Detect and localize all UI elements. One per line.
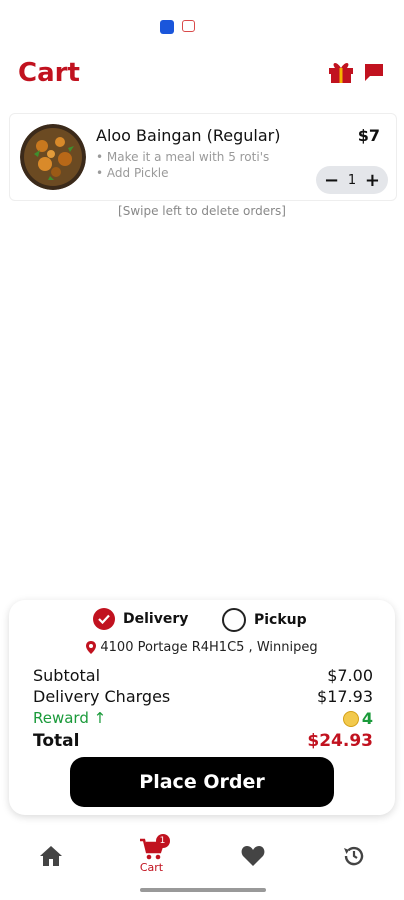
- bottom-nav: 1 Cart: [0, 826, 404, 886]
- address-text: 4100 Portage R4H1C5 , Winnipeg: [100, 640, 318, 655]
- subtotal-value: $7.00: [327, 666, 373, 685]
- cart-item[interactable]: Aloo Baingan (Regular) • Make it a meal …: [9, 113, 397, 201]
- delivery-label: Delivery: [123, 611, 189, 627]
- home-indicator: [140, 888, 266, 892]
- item-price: $7: [357, 126, 380, 145]
- total-label: Total: [33, 731, 80, 751]
- reward-row[interactable]: Reward ↑ 4: [33, 709, 373, 728]
- pickup-label: Pickup: [254, 612, 307, 628]
- cart-badge: 1: [155, 834, 170, 848]
- location-pin-icon: [86, 641, 97, 654]
- delivery-address[interactable]: 4100 Portage R4H1C5 , Winnipeg: [9, 640, 395, 655]
- quantity-stepper: − 1 +: [316, 166, 388, 194]
- cart-nav-label: Cart: [139, 861, 164, 874]
- header-actions: [328, 60, 384, 88]
- total-row: Total $24.93: [33, 731, 373, 751]
- delivery-charges-row: Delivery Charges $17.93: [33, 687, 373, 706]
- item-name: Aloo Baingan (Regular): [96, 126, 281, 145]
- status-cast-icon: [182, 20, 195, 32]
- coin-icon: [342, 710, 359, 727]
- status-icons: [160, 20, 195, 34]
- unchecked-radio-icon: [222, 608, 246, 632]
- nav-history[interactable]: [324, 844, 384, 868]
- place-order-button[interactable]: Place Order: [70, 757, 334, 807]
- home-icon: [39, 846, 62, 866]
- reward-label: Reward ↑: [33, 709, 107, 727]
- chat-icon[interactable]: [364, 62, 384, 86]
- heart-icon: [241, 846, 264, 866]
- delivery-charges-label: Delivery Charges: [33, 687, 171, 706]
- history-icon: [343, 846, 363, 866]
- gift-icon[interactable]: [328, 60, 354, 88]
- total-value: $24.93: [307, 731, 373, 751]
- nav-favorites[interactable]: [223, 845, 283, 867]
- delivery-option[interactable]: Delivery: [93, 608, 188, 630]
- order-summary: Delivery Pickup 4100 Portage R4H1C5 , Wi…: [9, 600, 395, 815]
- decrease-button[interactable]: −: [324, 170, 339, 191]
- reward-value: 4: [361, 709, 373, 728]
- status-app-icon: [160, 20, 174, 34]
- checked-radio-icon: [93, 608, 115, 630]
- subtotal-row: Subtotal $7.00: [33, 666, 373, 685]
- nav-cart[interactable]: 1 Cart: [122, 834, 182, 874]
- nav-home[interactable]: [21, 845, 81, 867]
- reward-value-wrap: 4: [342, 709, 373, 728]
- quantity-value: 1: [347, 172, 357, 188]
- pickup-option[interactable]: Pickup: [222, 608, 307, 632]
- swipe-hint: [Swipe left to delete orders]: [118, 204, 286, 218]
- subtotal-label: Subtotal: [33, 666, 101, 685]
- page-title: Cart: [18, 58, 80, 88]
- delivery-charges-value: $17.93: [317, 687, 373, 706]
- food-image: [20, 124, 86, 190]
- increase-button[interactable]: +: [365, 170, 380, 191]
- item-option: • Add Pickle: [96, 166, 169, 180]
- item-option: • Make it a meal with 5 roti's: [96, 150, 270, 164]
